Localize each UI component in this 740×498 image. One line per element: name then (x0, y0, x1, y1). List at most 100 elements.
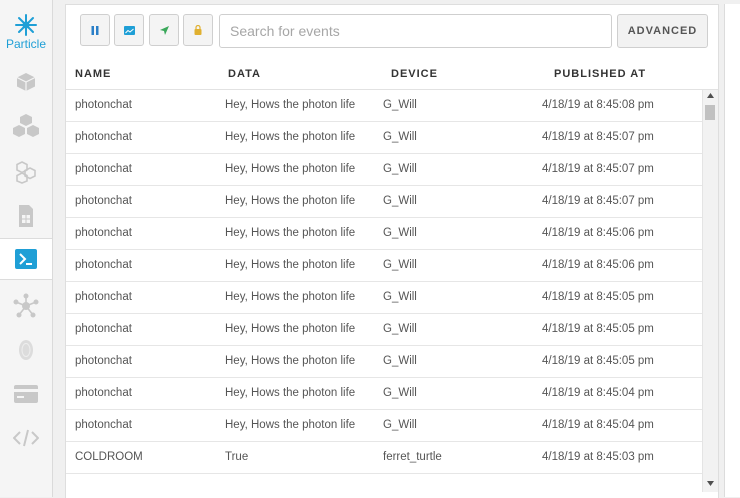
cell-data: Hey, Hows the photon life (225, 195, 356, 207)
cell-data: True (225, 451, 249, 463)
sidebar-item-integrations[interactable] (0, 286, 52, 326)
table-row[interactable]: photonchat Hey, Hows the photon life G_Wil… (66, 346, 702, 378)
credit-card-icon (14, 385, 38, 403)
cell-published: 4/18/19 at 8:45:08 pm (542, 99, 654, 111)
cell-name: photonchat (75, 387, 132, 399)
cell-published: 4/18/19 at 8:45:06 pm (542, 227, 654, 239)
search-input[interactable] (219, 14, 612, 48)
table-row[interactable]: COLDROOM True ferret_turtle 4/18/19 at 8:45… (66, 442, 702, 474)
cell-published: 4/18/19 at 8:45:05 pm (542, 291, 654, 303)
cell-name: photonchat (75, 131, 132, 143)
cell-published: 4/18/19 at 8:45:07 pm (542, 163, 654, 175)
scroll-down-arrow-icon[interactable] (707, 481, 714, 486)
column-header-published[interactable]: PUBLISHED AT (554, 68, 646, 80)
cell-name: photonchat (75, 99, 132, 111)
cubes-icon (13, 114, 39, 137)
right-panel-edge (724, 4, 740, 497)
sidebar-item-networks[interactable] (0, 152, 52, 192)
cell-data: Hey, Hows the photon life (225, 131, 356, 143)
lock-icon (194, 25, 202, 35)
sidebar-item-billing[interactable] (0, 374, 52, 414)
table-row[interactable]: photonchat Hey, Hows the photon life G_Wil… (66, 314, 702, 346)
cell-data: Hey, Hows the photon life (225, 163, 356, 175)
lock-button[interactable] (183, 14, 213, 46)
table-row[interactable]: photonchat Hey, Hows the photon life G_Wil… (66, 250, 702, 282)
sim-card-icon (19, 205, 33, 227)
cell-device: G_Will (383, 163, 417, 175)
sidebar-item-console[interactable] (0, 238, 52, 280)
cell-device: G_Will (383, 99, 417, 111)
cell-data: Hey, Hows the photon life (225, 387, 356, 399)
sidebar-item-products[interactable] (0, 106, 52, 146)
cell-published: 4/18/19 at 8:45:05 pm (542, 323, 654, 335)
table-row[interactable]: photonchat Hey, Hows the photon life G_Wil… (66, 218, 702, 250)
cell-published: 4/18/19 at 8:45:06 pm (542, 259, 654, 271)
cell-data: Hey, Hows the photon life (225, 99, 356, 111)
sidebar: Particle (0, 0, 53, 497)
pause-button[interactable] (80, 14, 110, 46)
cell-device: G_Will (383, 131, 417, 143)
events-table-body: photonchat Hey, Hows the photon life G_Wil… (66, 90, 702, 489)
cell-device: G_Will (383, 387, 417, 399)
scrollbar[interactable] (702, 90, 718, 492)
table-row[interactable]: photonchat Hey, Hows the photon life G_Wil… (66, 410, 702, 442)
events-panel: ADVANCED NAME DATA DEVICE PUBLISHED AT p… (65, 4, 719, 498)
send-icon (159, 25, 169, 35)
table-row[interactable]: photonchat Hey, Hows the photon life G_Wil… (66, 378, 702, 410)
cell-name: photonchat (75, 259, 132, 271)
particle-star-icon (15, 14, 37, 36)
cell-published: 4/18/19 at 8:45:03 pm (542, 451, 654, 463)
toolbar: ADVANCED (66, 5, 718, 61)
cell-device: G_Will (383, 227, 417, 239)
cell-name: photonchat (75, 323, 132, 335)
sidebar-item-devices[interactable] (0, 62, 52, 102)
cell-name: photonchat (75, 291, 132, 303)
particle-logo[interactable]: Particle (0, 14, 52, 51)
integrations-icon (13, 293, 39, 318)
table-row[interactable]: photonchat Hey, Hows the photon life G_Wil… (66, 154, 702, 186)
cell-device: ferret_turtle (383, 451, 442, 463)
advanced-button[interactable]: ADVANCED (617, 14, 708, 48)
table-row[interactable]: photonchat Hey, Hows the photon life G_Wil… (66, 122, 702, 154)
fingerprint-icon (19, 340, 33, 360)
cell-device: G_Will (383, 355, 417, 367)
table-row[interactable]: photonchat Hey, Hows the photon life G_Wil… (66, 282, 702, 314)
table-row[interactable]: photonchat Hey, Hows the photon life G_Wil… (66, 90, 702, 122)
table-header: NAME DATA DEVICE PUBLISHED AT (66, 61, 718, 90)
cell-published: 4/18/19 at 8:45:05 pm (542, 355, 654, 367)
cell-name: photonchat (75, 163, 132, 175)
cell-published: 4/18/19 at 8:45:07 pm (542, 195, 654, 207)
cell-device: G_Will (383, 323, 417, 335)
cell-published: 4/18/19 at 8:45:04 pm (542, 387, 654, 399)
cube-icon (16, 73, 36, 91)
cell-name: photonchat (75, 227, 132, 239)
scroll-up-arrow-icon[interactable] (707, 93, 714, 98)
column-header-data[interactable]: DATA (228, 68, 261, 80)
cell-name: photonchat (75, 355, 132, 367)
cell-name: photonchat (75, 195, 132, 207)
cell-data: Hey, Hows the photon life (225, 355, 356, 367)
hexagons-icon (16, 161, 36, 184)
cell-device: G_Will (383, 419, 417, 431)
cell-name: photonchat (75, 419, 132, 431)
cell-data: Hey, Hows the photon life (225, 323, 356, 335)
cell-data: Hey, Hows the photon life (225, 259, 356, 271)
sidebar-item-sim-cards[interactable] (0, 196, 52, 236)
terminal-icon (15, 249, 37, 269)
cell-published: 4/18/19 at 8:45:04 pm (542, 419, 654, 431)
column-header-name[interactable]: NAME (75, 68, 111, 80)
code-icon (13, 429, 39, 447)
send-button[interactable] (149, 14, 179, 46)
cell-data: Hey, Hows the photon life (225, 291, 356, 303)
cell-device: G_Will (383, 259, 417, 271)
sidebar-item-code[interactable] (0, 418, 52, 458)
column-header-device[interactable]: DEVICE (391, 68, 438, 80)
logo-text: Particle (5, 37, 46, 51)
cell-device: G_Will (383, 291, 417, 303)
table-row[interactable]: photonchat Hey, Hows the photon life G_Wil… (66, 186, 702, 218)
sidebar-item-authentication[interactable] (0, 330, 52, 370)
image-icon (123, 25, 135, 35)
pause-icon (91, 25, 99, 35)
scroll-thumb[interactable] (705, 105, 715, 120)
image-button[interactable] (114, 14, 144, 46)
